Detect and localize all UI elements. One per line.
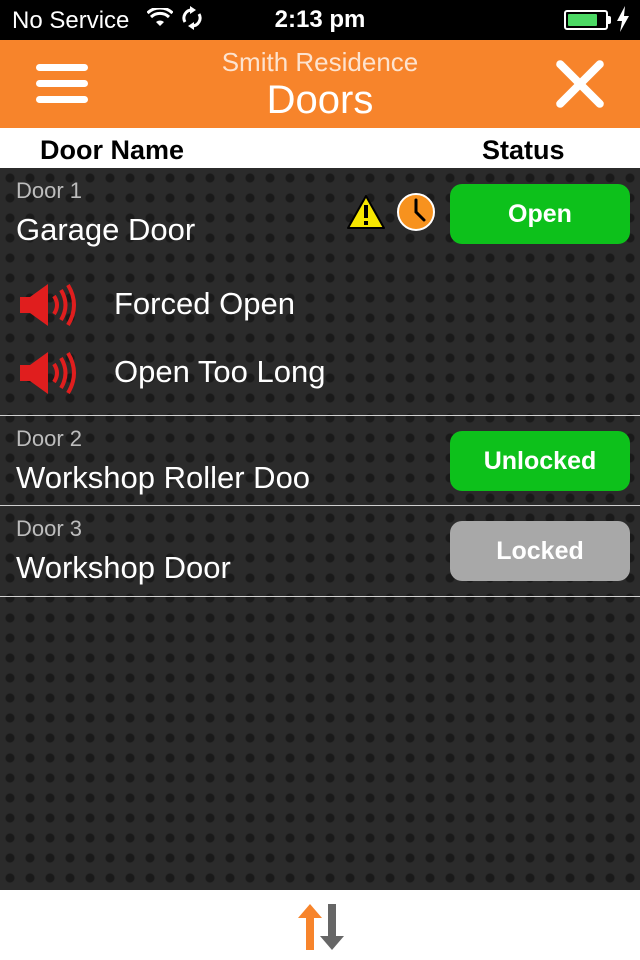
door-name: Workshop Door: [16, 550, 231, 585]
door-name: Garage Door: [16, 212, 196, 247]
page-title: Doors: [266, 78, 374, 122]
battery-nub: [608, 16, 611, 24]
speaker-alarm-icon: [18, 348, 78, 398]
charging-icon: [616, 6, 630, 38]
header-bar: Smith Residence Doors: [0, 40, 640, 128]
status-bar: No Service 2:13 pm: [0, 0, 640, 40]
warning-icon: [346, 194, 386, 230]
door-row-2[interactable]: Door 2 Workshop Roller Doo Unlocked: [0, 416, 640, 506]
door-number: Door 1: [16, 178, 83, 203]
door-row-3[interactable]: Door 3 Workshop Door Locked: [0, 506, 640, 597]
column-headers: Door Name Status: [0, 128, 640, 168]
door-name: Workshop Roller Doo: [16, 460, 311, 495]
sync-arrows-icon[interactable]: [296, 904, 346, 950]
clock-icon: [396, 192, 436, 232]
door-number: Door 2: [16, 426, 83, 451]
alarm-label: Forced Open: [114, 286, 295, 321]
status-button-open[interactable]: Open: [450, 184, 630, 244]
column-header-status: Status: [482, 135, 565, 165]
clock-time: 2:13 pm: [274, 6, 366, 33]
status-button-locked[interactable]: Locked: [450, 521, 630, 581]
location-subtitle: Smith Residence: [221, 47, 419, 77]
battery-icon: [564, 10, 608, 30]
alarm-item: Open Too Long: [0, 348, 640, 398]
status-button-unlocked[interactable]: Unlocked: [450, 431, 630, 491]
door-number: Door 3: [16, 516, 83, 541]
door-list: Door 1 Garage Door Open Forced Open Open…: [0, 168, 640, 890]
speaker-alarm-icon: [18, 280, 78, 330]
door-row-1[interactable]: Door 1 Garage Door Open Forced Open Open…: [0, 168, 640, 416]
bottom-bar: [0, 890, 640, 960]
alarm-label: Open Too Long: [114, 354, 326, 389]
column-header-door-name: Door Name: [40, 135, 185, 165]
battery-level: [568, 14, 597, 26]
close-button[interactable]: [552, 56, 608, 112]
alarm-item: Forced Open: [0, 280, 640, 330]
